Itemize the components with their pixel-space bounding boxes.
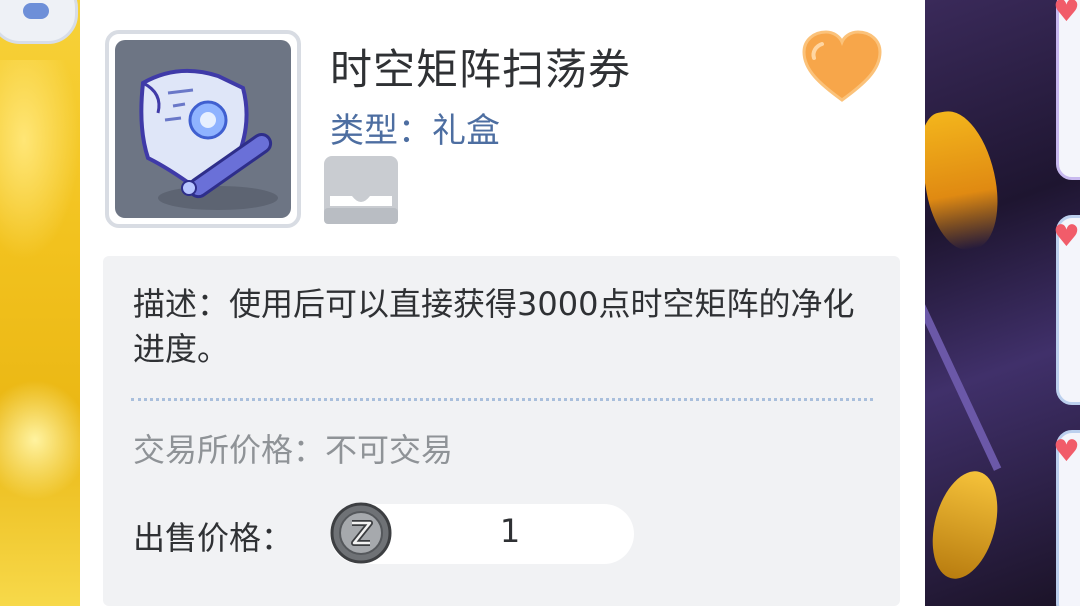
item-description: 描述：使用后可以直接获得3000点时空矩阵的净化进度。	[133, 285, 855, 368]
favorite-heart-icon[interactable]	[800, 30, 884, 104]
dotted-divider	[131, 398, 873, 401]
item-type-value: 礼盒	[432, 111, 500, 151]
trade-price-row: 交易所价格：不可交易	[133, 425, 453, 471]
item-title: 时空矩阵扫荡券	[330, 45, 632, 94]
sell-price-value: 1	[499, 512, 521, 550]
item-type-label: 类型：	[330, 111, 432, 151]
sell-price-label: 出售价格：	[133, 519, 294, 557]
paw-icon	[23, 3, 49, 19]
coin-icon	[330, 502, 392, 564]
inventory-icon	[324, 156, 398, 224]
heart-icon: ♥	[1053, 434, 1080, 469]
side-card[interactable]: ♥	[1053, 0, 1080, 180]
game-background-left	[0, 0, 80, 606]
item-icon-frame	[105, 30, 301, 228]
paw-button[interactable]	[0, 0, 78, 44]
scroll-icon	[139, 68, 278, 210]
side-card[interactable]: ♥	[1053, 430, 1080, 606]
item-type: 类型：礼盒	[330, 103, 500, 152]
side-card[interactable]: ♥	[1053, 215, 1080, 405]
trade-price-value: 不可交易	[325, 431, 454, 469]
trade-price-label: 交易所价格：	[133, 431, 326, 469]
heart-icon: ♥	[1053, 0, 1080, 29]
heart-icon: ♥	[1053, 219, 1080, 254]
